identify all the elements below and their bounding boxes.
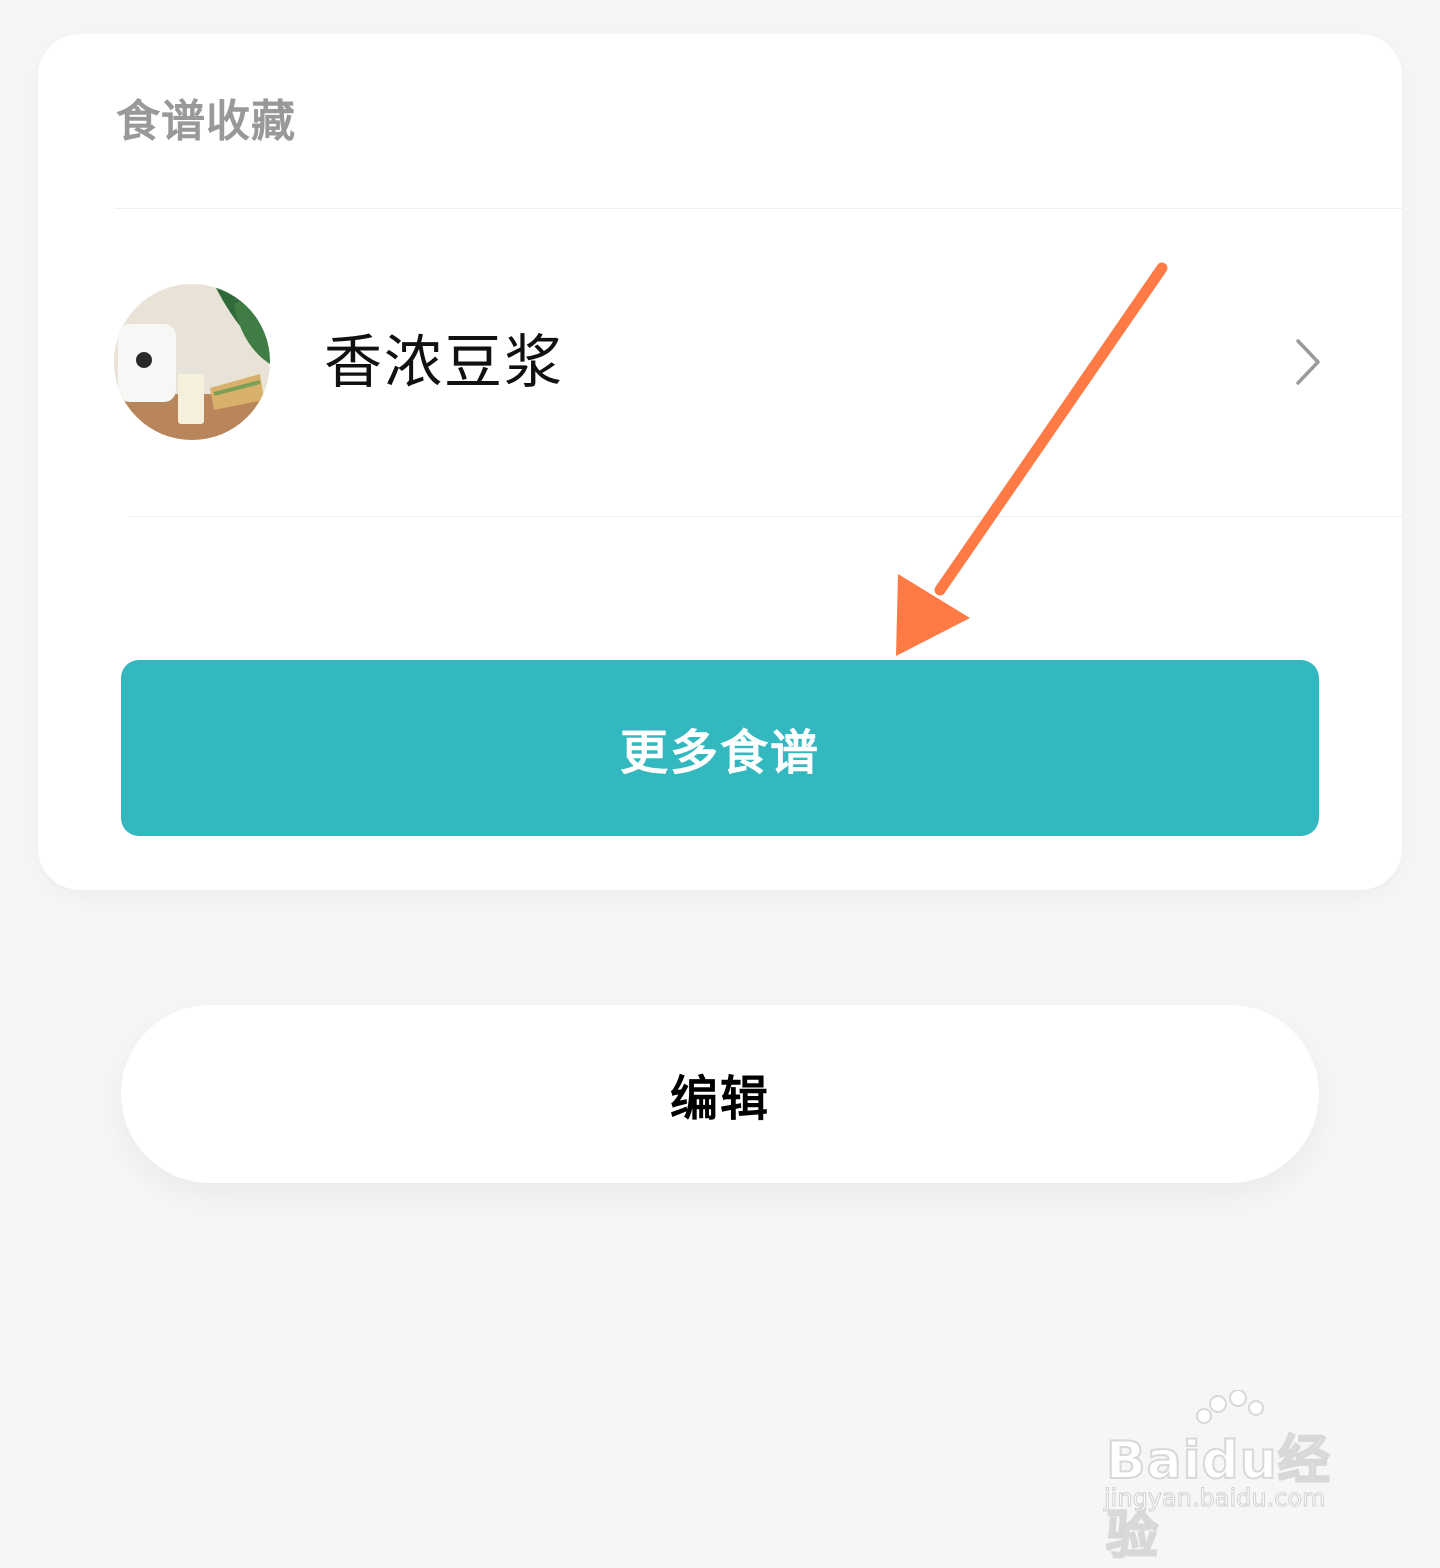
recipe-thumbnail: [114, 284, 270, 440]
section-title: 食谱收藏: [116, 96, 296, 147]
more-recipes-button[interactable]: 更多食谱: [121, 660, 1319, 836]
recipe-name: 香浓豆浆: [324, 328, 565, 396]
watermark-brand: Baidu经验: [1105, 1430, 1331, 1567]
divider: [128, 516, 1402, 517]
watermark: Baidu经验 jingyan.baidu.com: [1100, 1390, 1370, 1567]
watermark-url: jingyan.baidu.com: [1103, 1484, 1326, 1513]
chevron-right-icon: [1296, 339, 1320, 385]
edit-button[interactable]: 编辑: [121, 1005, 1319, 1183]
favorites-card: 食谱收藏 香浓豆浆 更多食谱: [38, 34, 1402, 890]
recipe-list-item[interactable]: 香浓豆浆: [114, 209, 1402, 515]
